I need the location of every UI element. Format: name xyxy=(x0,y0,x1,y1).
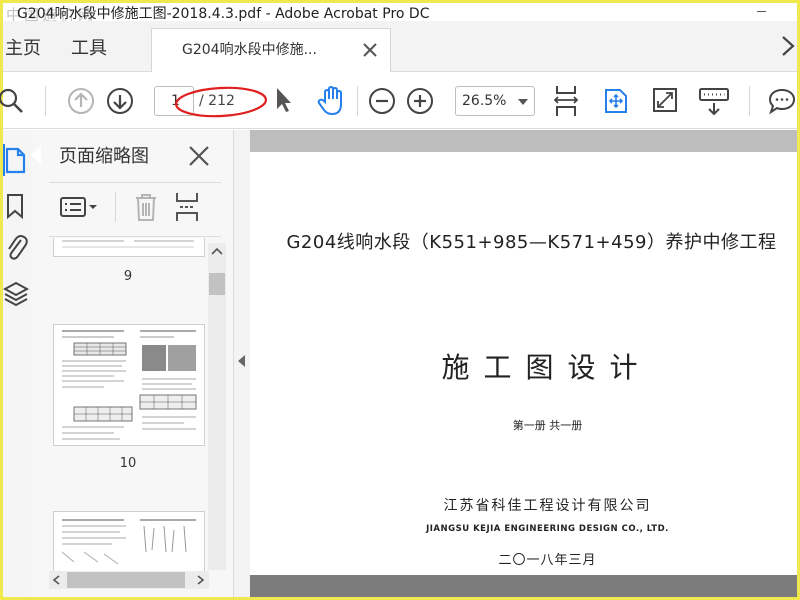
toolbar-separator xyxy=(357,86,358,116)
minimize-button[interactable] xyxy=(751,3,795,21)
panel-title: 页面缩略图 xyxy=(59,146,149,167)
document-page: G204线响水段（K551+985—K571+459）养护中修工程 施工图设计 … xyxy=(250,152,797,598)
thumbnail-page-label: 9 xyxy=(123,269,133,284)
zoom-out-icon[interactable] xyxy=(368,87,396,119)
page-thumbnails-icon[interactable] xyxy=(3,146,29,174)
previous-page-icon[interactable] xyxy=(67,87,95,119)
fit-page-icon[interactable] xyxy=(603,87,629,119)
keyboard-tools-icon[interactable] xyxy=(698,86,730,120)
thumbnail-page[interactable] xyxy=(53,511,205,575)
zoom-in-icon[interactable] xyxy=(406,87,434,119)
scroll-right-icon[interactable] xyxy=(777,33,799,59)
zoom-dropdown[interactable]: 26.5% xyxy=(455,86,535,116)
company-name-en: JIANGSU KEJIA ENGINEERING DESIGN CO., LT… xyxy=(426,524,669,534)
zoom-value: 26.5% xyxy=(462,93,507,109)
layers-icon[interactable] xyxy=(2,280,30,307)
panel-collapse-strip[interactable] xyxy=(234,130,250,597)
thumbnail-list[interactable]: 9 10 xyxy=(31,238,225,575)
document-volume: 第一册 共一册 xyxy=(512,419,583,432)
panel-divider xyxy=(49,236,221,237)
comment-icon[interactable] xyxy=(768,87,796,119)
toolbar-separator xyxy=(45,86,46,116)
document-date: 二〇一八年三月 xyxy=(498,553,597,568)
document-footer-band xyxy=(250,575,797,597)
left-rail xyxy=(2,130,31,597)
document-heading: 施工图设计 xyxy=(441,351,652,384)
document-tab[interactable]: G204响水段中修施... xyxy=(151,28,391,73)
thumbnail-page-label: 10 xyxy=(119,456,137,471)
thumbnail-panel: 页面缩略图 9 10 xyxy=(31,130,234,597)
scroll-left-icon[interactable] xyxy=(52,575,62,585)
document-tab-label: G204响水段中修施... xyxy=(182,42,317,58)
thumbnail-page[interactable] xyxy=(53,324,205,446)
full-screen-icon[interactable] xyxy=(652,87,678,117)
search-icon[interactable] xyxy=(0,87,25,119)
company-name-cn: 江苏省科佳工程设计有限公司 xyxy=(443,498,652,514)
thumbnail-horizontal-scrollbar[interactable] xyxy=(49,571,209,589)
collapse-panel-icon[interactable] xyxy=(238,355,245,367)
chevron-down-icon xyxy=(518,99,528,105)
scroll-up-icon[interactable] xyxy=(211,247,223,255)
toolbar-separator xyxy=(749,86,750,116)
thumbnail-vertical-scrollbar[interactable] xyxy=(208,243,226,570)
attachment-icon[interactable] xyxy=(3,232,29,260)
delete-page-icon[interactable] xyxy=(133,192,159,226)
insert-page-icon[interactable] xyxy=(174,192,200,226)
fit-width-icon[interactable] xyxy=(553,85,579,121)
document-viewport[interactable]: G204线响水段（K551+985—K571+459）养护中修工程 施工图设计 … xyxy=(250,130,797,598)
nav-home[interactable]: 主页 xyxy=(5,38,41,60)
document-title: G204线响水段（K551+985—K571+459）养护中修工程 xyxy=(286,232,777,253)
scroll-right-icon[interactable] xyxy=(195,575,205,585)
panel-divider xyxy=(49,182,221,183)
close-panel-icon[interactable] xyxy=(186,143,212,169)
select-pointer-icon[interactable] xyxy=(273,85,295,119)
toolbar: 1 / 212 26.5% xyxy=(0,72,797,129)
red-annotation-ellipse xyxy=(173,84,269,124)
vertical-scroll-thumb[interactable] xyxy=(209,273,225,295)
window-title: G204响水段中修施工图-2018.4.3.pdf - Adobe Acroba… xyxy=(17,6,430,22)
bookmark-icon[interactable] xyxy=(3,192,29,220)
window-controls xyxy=(751,3,795,21)
panel-pointer xyxy=(31,146,41,164)
options-menu-icon[interactable] xyxy=(59,194,101,224)
horizontal-scroll-thumb[interactable] xyxy=(67,572,185,588)
hand-tool-icon[interactable] xyxy=(316,84,350,122)
thumbnail-page[interactable] xyxy=(53,238,205,257)
next-page-icon[interactable] xyxy=(106,87,134,119)
panel-separator xyxy=(115,192,116,222)
nav-tools[interactable]: 工具 xyxy=(71,38,107,60)
close-tab-icon[interactable] xyxy=(357,37,383,63)
tab-bar: 主页 工具 G204响水段中修施... xyxy=(3,21,799,73)
title-bar: 中国造价网 G204响水段中修施工图-2018.4.3.pdf - Adobe … xyxy=(3,3,797,24)
